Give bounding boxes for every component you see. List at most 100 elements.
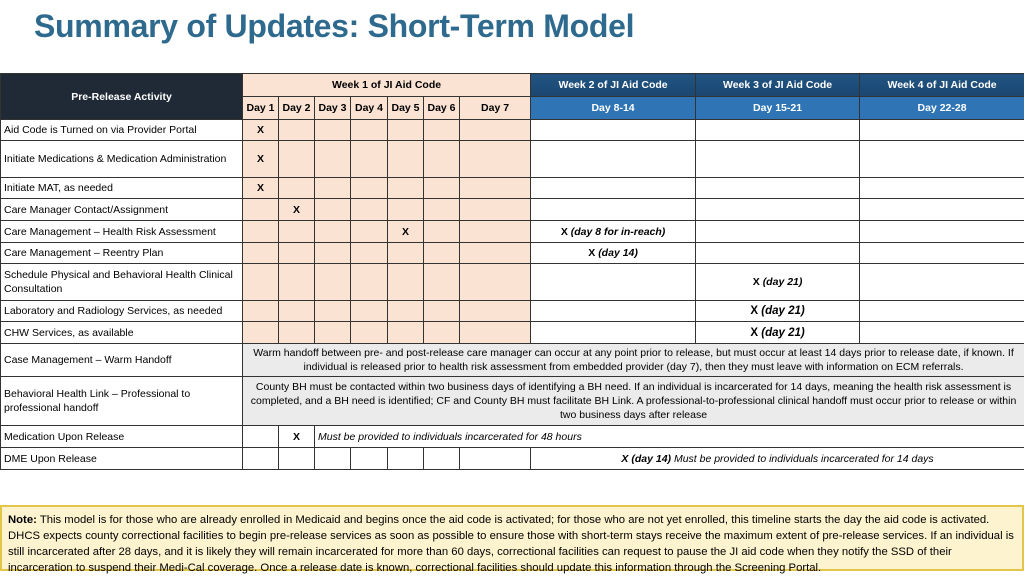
week-3-cell — [695, 140, 861, 178]
day-cell — [350, 119, 388, 141]
header-row-weeks: Pre-Release Activity Week 1 of JI Aid Co… — [0, 73, 1024, 120]
note-text: This model is for those who are already … — [8, 514, 1014, 574]
day-cell: X — [278, 198, 315, 221]
mark-note: (day 21) — [762, 276, 803, 288]
header-day-4: Day 4 — [350, 96, 388, 120]
day-cell — [387, 198, 424, 221]
week-4-cell — [859, 242, 1024, 264]
week-3-cell — [695, 119, 861, 141]
day-cell — [458, 321, 532, 344]
table-row: Case Management – Warm Handoff Warm hand… — [0, 343, 1024, 377]
day-cell — [387, 447, 424, 470]
day-cell — [423, 447, 460, 470]
day-cell: X — [242, 119, 279, 141]
day-cell — [423, 263, 460, 301]
mark-note: (day 14) — [598, 247, 638, 259]
header-week-3: Week 3 of JI Aid Code — [695, 73, 861, 97]
mark-note: Must be provided to individuals incarcer… — [673, 452, 934, 465]
activity-cell: DME Upon Release — [0, 447, 243, 470]
day-cell — [458, 198, 532, 221]
day-cell — [278, 220, 315, 243]
day-cell — [387, 177, 424, 199]
day-cell — [278, 177, 315, 199]
week-4-cell — [859, 119, 1024, 141]
week-2-cell — [530, 177, 697, 199]
day-cell — [387, 242, 424, 264]
day-cell — [350, 220, 388, 243]
week-4-cell — [859, 198, 1024, 221]
activity-cell: Initiate MAT, as needed — [0, 177, 243, 199]
header-week-1: Week 1 of JI Aid Code — [241, 73, 532, 97]
day-cell — [350, 140, 388, 178]
day-cell — [242, 425, 279, 448]
day-cell — [423, 300, 460, 322]
activity-cell: Care Manager Contact/Assignment — [0, 198, 243, 221]
day-cell — [242, 198, 279, 221]
day-cell — [314, 300, 351, 322]
timeline-table: Pre-Release Activity Week 1 of JI Aid Co… — [0, 73, 1024, 470]
header-day-7: Day 7 — [458, 96, 532, 120]
day-cell — [423, 220, 460, 243]
day-cell — [314, 177, 351, 199]
week-4-cell — [859, 140, 1024, 178]
day-cell — [278, 300, 315, 322]
week-3-cell: X (day 21) — [695, 321, 861, 344]
header-day-2: Day 2 — [278, 96, 315, 120]
day-cell — [314, 198, 351, 221]
day-cell: X — [387, 220, 424, 243]
day-cell — [387, 321, 424, 344]
header-activity: Pre-Release Activity — [0, 73, 243, 120]
week-4-cell — [859, 220, 1024, 243]
day-cell — [458, 242, 532, 264]
activity-cell: Schedule Physical and Behavioral Health … — [0, 263, 243, 301]
day-cell — [423, 321, 460, 344]
day-cell — [242, 242, 279, 264]
day-cell — [350, 447, 388, 470]
table-row: Medication Upon Release X Must be provid… — [0, 425, 1024, 448]
table-row: Laboratory and Radiology Services, as ne… — [0, 300, 1024, 322]
day-cell — [314, 263, 351, 301]
activity-cell: Care Management – Reentry Plan — [0, 242, 243, 264]
table-row: Care Management – Reentry Plan X (day 14… — [0, 242, 1024, 264]
mark-x: X — [750, 305, 759, 317]
table-row: Behavioral Health Link – Professional to… — [0, 376, 1024, 426]
header-days-22-28: Day 22-28 — [859, 96, 1024, 120]
week-2-cell: X (day 8 for in-reach) — [530, 220, 697, 243]
note-label: Note: — [8, 514, 37, 526]
day-cell — [314, 321, 351, 344]
day-cell — [387, 119, 424, 141]
table-row: Schedule Physical and Behavioral Health … — [0, 263, 1024, 301]
activity-cell: CHW Services, as available — [0, 321, 243, 344]
day-cell — [314, 220, 351, 243]
activity-cell: Behavioral Health Link – Professional to… — [0, 376, 243, 426]
day-cell — [242, 263, 279, 301]
day-cell — [458, 177, 532, 199]
table-row: Care Management – Health Risk Assessment… — [0, 220, 1024, 243]
day-cell: X — [242, 177, 279, 199]
merged-description: X (day 14) Must be provided to individua… — [530, 447, 1024, 470]
activity-cell: Initiate Medications & Medication Admini… — [0, 140, 243, 178]
day-cell — [350, 300, 388, 322]
day-cell — [278, 263, 315, 301]
week-3-cell — [695, 177, 861, 199]
week-2-cell — [530, 263, 697, 301]
day-cell: X — [278, 425, 315, 448]
table-row: Initiate Medications & Medication Admini… — [0, 140, 1024, 178]
activity-cell: Aid Code is Turned on via Provider Porta… — [0, 119, 243, 141]
header-day-5: Day 5 — [387, 96, 424, 120]
header-days-15-21: Day 15-21 — [695, 96, 861, 120]
mark-x: X — [588, 247, 596, 259]
day-cell — [458, 447, 532, 470]
week-3-cell: X (day 21) — [695, 263, 861, 301]
day-cell — [458, 300, 532, 322]
day-cell — [423, 177, 460, 199]
week-3-cell — [695, 242, 861, 264]
day-cell — [314, 242, 351, 264]
week-3-cell — [695, 198, 861, 221]
day-cell — [458, 263, 532, 301]
day-cell — [314, 119, 351, 141]
week-3-cell — [695, 220, 861, 243]
mark-note: (day 21) — [761, 326, 805, 339]
week-2-cell — [530, 321, 697, 344]
header-week-2: Week 2 of JI Aid Code — [530, 73, 697, 97]
